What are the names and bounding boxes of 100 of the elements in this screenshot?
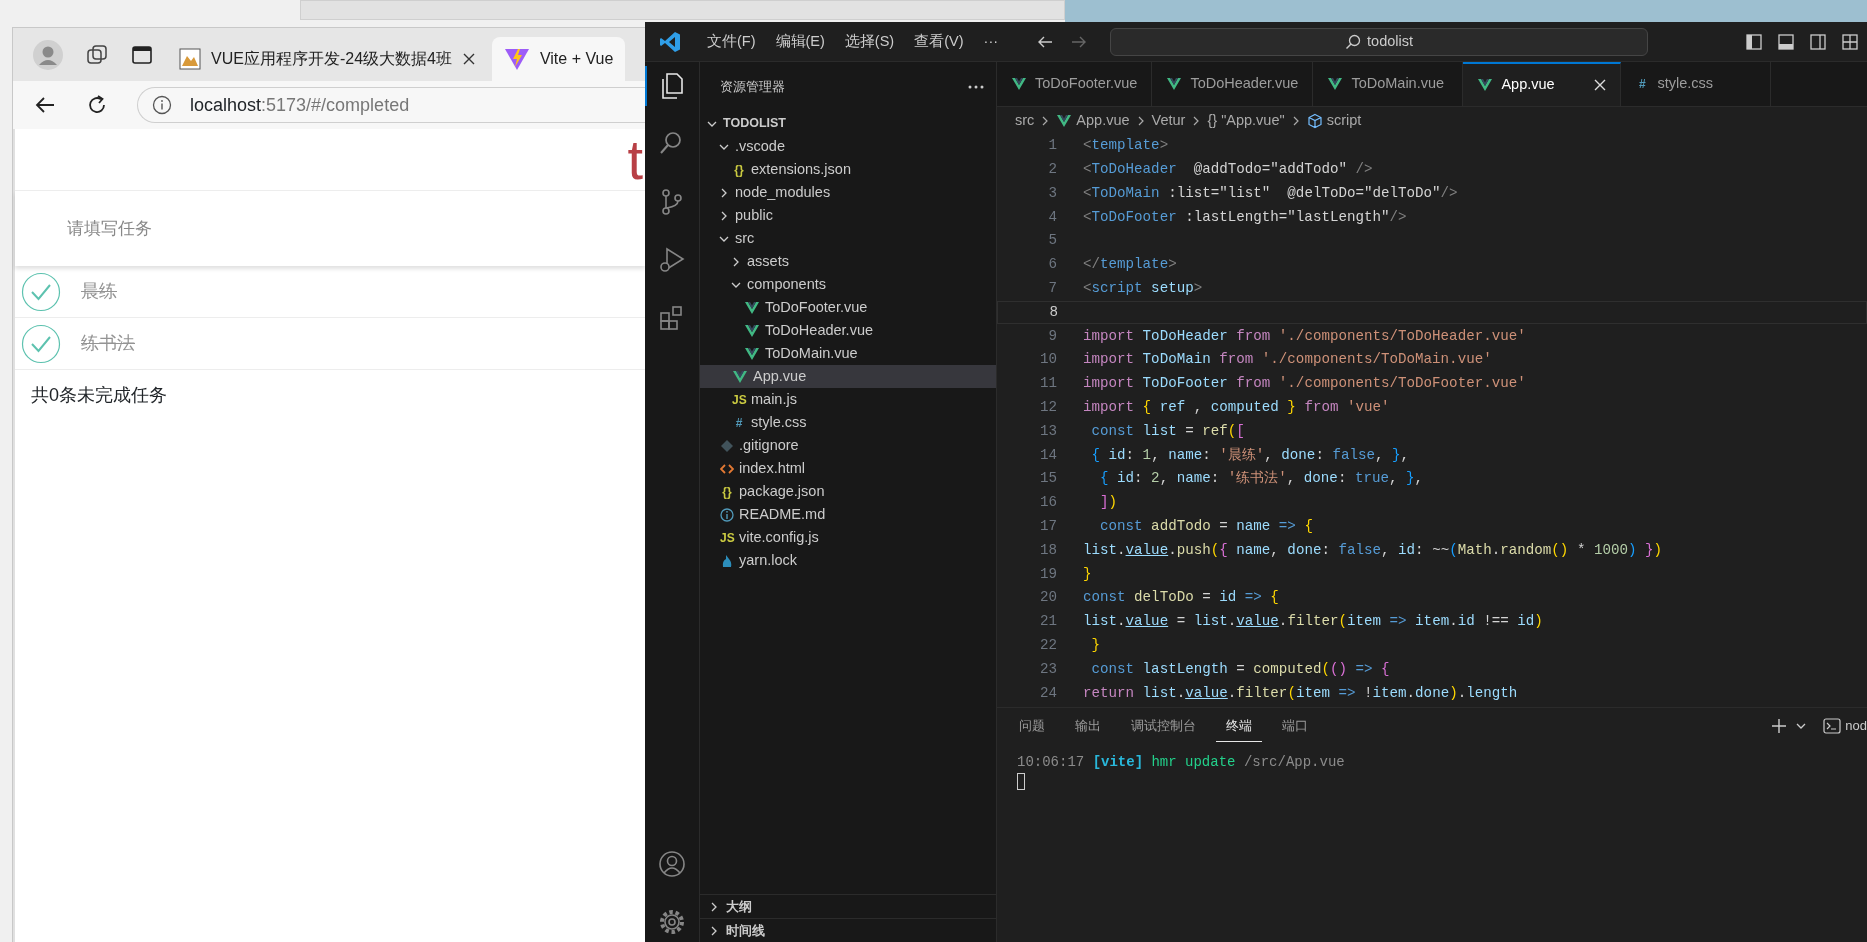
tree-item[interactable]: # style.css bbox=[700, 411, 996, 434]
tree-item[interactable]: components bbox=[700, 273, 996, 296]
line-number: 15 bbox=[1038, 469, 1057, 489]
breadcrumb-item[interactable]: script bbox=[1306, 109, 1362, 132]
menu-item[interactable]: 查看(V) bbox=[904, 30, 974, 53]
tree-item[interactable]: ToDoMain.vue bbox=[700, 342, 996, 365]
line-number: 13 bbox=[1038, 421, 1057, 441]
line-number: 14 bbox=[1038, 445, 1057, 465]
terminal-tab[interactable]: nod bbox=[1823, 716, 1867, 736]
line-number: 4 bbox=[1047, 207, 1057, 227]
editor-tab[interactable]: App.vue bbox=[1463, 62, 1622, 106]
tree-item[interactable]: .vscode bbox=[700, 135, 996, 158]
run-debug-icon[interactable] bbox=[657, 245, 687, 275]
menu-item[interactable]: 文件(F) bbox=[697, 30, 766, 53]
tree-item[interactable]: App.vue bbox=[700, 365, 996, 388]
code-line: const list = ref([ bbox=[1090, 421, 1245, 441]
menu-item[interactable]: ··· bbox=[973, 30, 1009, 53]
editor-tab[interactable]: # style.css bbox=[1621, 62, 1772, 106]
tree-item[interactable]: JS main.js bbox=[700, 388, 996, 411]
layout-icon[interactable] bbox=[1777, 32, 1795, 51]
tree-item[interactable]: yarn.lock bbox=[700, 549, 996, 572]
code-line: <ToDoFooter :lastLength="lastLength"/> bbox=[1083, 207, 1407, 227]
code-line: import { ref , computed } from 'vue' bbox=[1083, 398, 1390, 417]
close-icon[interactable] bbox=[461, 52, 476, 66]
tree-item[interactable]: TODOLIST bbox=[700, 112, 996, 135]
tree-item[interactable]: src bbox=[700, 227, 996, 250]
layout-icon[interactable] bbox=[1809, 32, 1827, 51]
breadcrumb-item[interactable]: src bbox=[1015, 109, 1035, 132]
tree-item[interactable]: {} package.json bbox=[700, 480, 996, 503]
line-number: 11 bbox=[1038, 374, 1057, 394]
menu-item[interactable]: 编辑(E) bbox=[765, 30, 835, 53]
code-line: list.value.push({ name, done: false, id: ~~(Math.random() * 1000) }) bbox=[1083, 540, 1663, 560]
file-type-icon: # bbox=[732, 413, 746, 432]
line-number: 24 bbox=[1038, 683, 1057, 703]
line-number: 6 bbox=[1047, 255, 1057, 275]
vue-icon bbox=[1166, 76, 1183, 92]
code-line: { id: 1, name: '晨练', done: false, }, bbox=[1090, 445, 1410, 465]
line-number: 10 bbox=[1038, 350, 1057, 370]
browser-tab[interactable]: VUE应用程序开发-24级大数据4班 bbox=[167, 37, 488, 81]
file-type-icon: {} bbox=[720, 482, 734, 501]
panel-tab[interactable]: 端口 bbox=[1272, 710, 1318, 742]
panel-tab[interactable]: 问题 bbox=[1009, 710, 1055, 742]
section-header[interactable]: 大纲 bbox=[700, 894, 996, 918]
breadcrumb-item[interactable]: {} "App.vue" bbox=[1207, 109, 1285, 132]
layout-icon[interactable] bbox=[1841, 32, 1859, 51]
line-number: 9 bbox=[1047, 326, 1057, 346]
task-input[interactable]: 请填写任务 bbox=[15, 191, 645, 266]
editor-tab[interactable]: ToDoHeader.vue bbox=[1152, 62, 1314, 106]
terminal-cursor bbox=[1017, 773, 1025, 790]
editor-tab[interactable]: ToDoFooter.vue bbox=[997, 62, 1153, 106]
tree-item[interactable]: .gitignore bbox=[700, 434, 996, 457]
section-header[interactable]: 时间线 bbox=[700, 918, 996, 942]
cube-icon bbox=[1306, 112, 1323, 129]
plus-icon[interactable] bbox=[1771, 718, 1788, 734]
vscode-logo-icon bbox=[659, 30, 681, 53]
address-bar[interactable]: localhost:5173/#/completed bbox=[137, 87, 645, 123]
vue-icon bbox=[744, 299, 760, 316]
line-number: 2 bbox=[1047, 160, 1057, 180]
line-number: 21 bbox=[1038, 612, 1057, 632]
account-icon[interactable] bbox=[657, 849, 687, 879]
tree-item[interactable]: ToDoFooter.vue bbox=[700, 296, 996, 319]
menu-item[interactable]: 选择(S) bbox=[834, 30, 905, 53]
check-icon[interactable] bbox=[21, 271, 61, 312]
breadcrumb-item[interactable]: App.vue bbox=[1056, 109, 1130, 132]
vue-icon bbox=[732, 368, 748, 385]
code-line: } bbox=[1083, 564, 1092, 584]
sidebar-icon[interactable] bbox=[131, 43, 153, 66]
browser-tab[interactable]: Vite + Vue bbox=[491, 37, 626, 81]
tree-item[interactable]: index.html bbox=[700, 457, 996, 480]
url-text[interactable]: localhost:5173/#/completed bbox=[190, 91, 410, 119]
breadcrumb-item[interactable]: Vetur bbox=[1151, 109, 1186, 132]
code-line: import ToDoHeader from './components/ToDoHeader.vue' bbox=[1083, 326, 1526, 346]
line-number: 8 bbox=[1048, 302, 1058, 322]
panel-tab[interactable]: 终端 bbox=[1216, 709, 1262, 743]
tree-item[interactable]: JS vite.config.js bbox=[700, 526, 996, 549]
panel-tab[interactable]: 输出 bbox=[1065, 710, 1111, 742]
command-center[interactable]: todolist bbox=[1110, 27, 1649, 56]
code-line: ]) bbox=[1099, 493, 1118, 513]
tree-item[interactable]: README.md bbox=[700, 503, 996, 526]
line-number: 1 bbox=[1047, 136, 1057, 156]
tree-item[interactable]: assets bbox=[700, 250, 996, 273]
tree-item[interactable]: public bbox=[700, 204, 996, 227]
panel-tab[interactable]: 调试控制台 bbox=[1121, 710, 1206, 742]
settings-icon[interactable] bbox=[657, 907, 687, 937]
avatar-icon[interactable] bbox=[33, 39, 63, 70]
tree-item[interactable]: ToDoHeader.vue bbox=[700, 319, 996, 342]
check-icon[interactable] bbox=[21, 323, 61, 364]
code-line: { id: 2, name: '练书法', done: true, }, bbox=[1099, 469, 1424, 489]
line-number: 16 bbox=[1038, 493, 1057, 513]
diamond-icon bbox=[720, 438, 734, 453]
tree-item[interactable]: {} extensions.json bbox=[700, 158, 996, 181]
layout-icon[interactable] bbox=[1745, 32, 1763, 51]
tab-collection-icon[interactable] bbox=[85, 42, 109, 67]
line-number: 23 bbox=[1038, 659, 1057, 679]
more-icon[interactable] bbox=[968, 84, 984, 90]
tree-item[interactable]: node_modules bbox=[700, 181, 996, 204]
close-icon[interactable] bbox=[1594, 79, 1607, 91]
vue-icon bbox=[1056, 112, 1073, 129]
panel-title: 资源管理器 bbox=[720, 78, 785, 97]
line-number: 17 bbox=[1038, 517, 1057, 536]
